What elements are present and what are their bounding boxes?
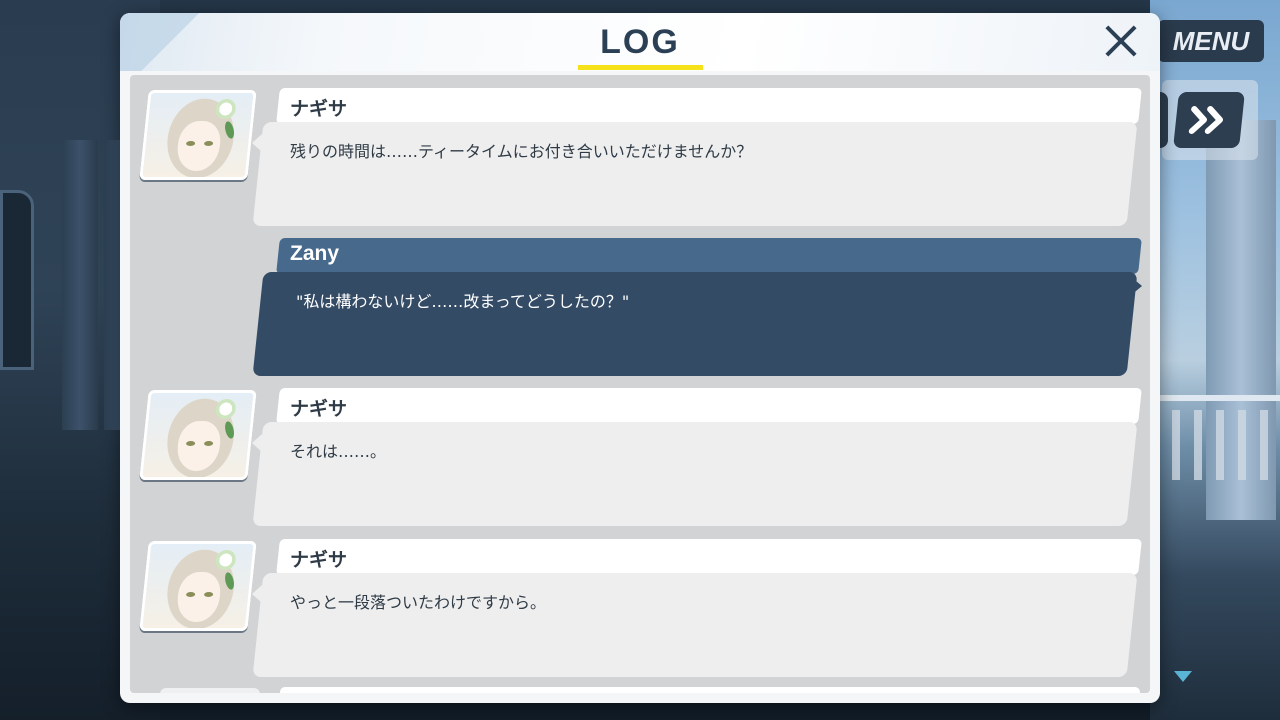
fast-forward-icon bbox=[1188, 106, 1224, 134]
speaker-name-bar bbox=[276, 88, 1142, 124]
background-window bbox=[0, 190, 34, 370]
background-pillar bbox=[62, 140, 98, 430]
message-pointer bbox=[1130, 276, 1142, 296]
speaker-avatar bbox=[139, 541, 257, 631]
speaker-name: Zany bbox=[290, 242, 340, 265]
log-entry: ナギサ やっと一段落ついたわけですから。 bbox=[130, 533, 1150, 677]
background-railing-posts bbox=[1150, 410, 1280, 480]
message-text: 残りの時間は……ティータイムにお付き合いいただけませんか？ bbox=[290, 142, 753, 161]
log-window: LOG ナギサ 残りの時間は……ティータイムにお付き合いいただけませんか？ Za… bbox=[120, 13, 1160, 703]
log-list[interactable]: ナギサ 残りの時間は……ティータイムにお付き合いいただけませんか？ Zany "… bbox=[130, 75, 1150, 693]
scroll-down-icon[interactable] bbox=[1174, 671, 1192, 682]
speaker-name-bar bbox=[276, 238, 1142, 274]
log-entry-player: Zany "私は構わないけど……改まってどうしたの？" bbox=[130, 232, 1150, 376]
speaker-name-bar bbox=[276, 539, 1142, 575]
title-underline bbox=[578, 65, 703, 70]
speaker-name: ナギサ bbox=[290, 98, 348, 120]
message-text: それは……。 bbox=[290, 442, 387, 461]
speaker-name: ナギサ bbox=[290, 549, 348, 571]
fast-forward-button[interactable] bbox=[1173, 92, 1245, 148]
log-title: LOG bbox=[600, 23, 680, 61]
speaker-name-bar bbox=[276, 388, 1142, 424]
menu-button-label: MENU bbox=[1172, 25, 1250, 56]
background-railing bbox=[1150, 395, 1280, 401]
message-text: "私は構わないけど……改まってどうしたの？" bbox=[296, 292, 630, 311]
log-entry-partial bbox=[130, 684, 1150, 693]
close-icon[interactable] bbox=[1104, 24, 1138, 58]
log-entry: ナギサ それは……。 bbox=[130, 382, 1150, 526]
speaker-name: ナギサ bbox=[290, 398, 348, 420]
message-text: やっと一段落ついたわけですから。 bbox=[290, 593, 547, 612]
menu-button[interactable]: MENU bbox=[1158, 20, 1264, 62]
log-header: LOG bbox=[120, 13, 1160, 71]
speaker-avatar bbox=[139, 390, 257, 480]
log-entry: ナギサ 残りの時間は……ティータイムにお付き合いいただけませんか？ bbox=[130, 82, 1150, 226]
speaker-avatar bbox=[139, 90, 257, 180]
